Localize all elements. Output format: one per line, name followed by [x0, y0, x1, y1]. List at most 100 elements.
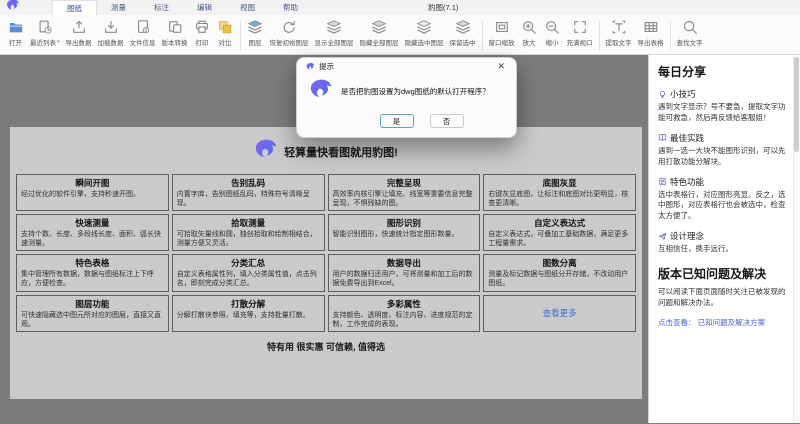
- card-title: 告别乱码: [231, 178, 266, 188]
- toolbar-label: 充满视口: [566, 40, 593, 47]
- toolbar-export-table-button[interactable]: 导出表格: [635, 18, 667, 47]
- doc-icon: [658, 177, 667, 186]
- toolbar-compare-button[interactable]: 对比: [214, 18, 237, 47]
- folder-icon: [7, 18, 24, 35]
- zoomout-icon: [544, 18, 561, 35]
- section-text: 选中表格行，对应图形亮显。反之，选中图形，对应表格行也会被选中，检查太方便了。: [658, 189, 786, 221]
- tab-3[interactable]: 编辑: [183, 0, 226, 15]
- toolbar-layers-button[interactable]: 图层: [244, 18, 267, 47]
- layers-icon: [326, 18, 343, 35]
- toolbar-export-data-button[interactable]: 导出数据: [63, 18, 95, 47]
- toolbar-show-all-layers-button[interactable]: 显示全部图层: [312, 18, 357, 47]
- section-text: 互相信任，携手远行。: [658, 244, 733, 254]
- card-description: 智能识别图形，快速统计指定图形数量。: [332, 231, 459, 239]
- drawing-canvas[interactable]: 提示 ✕ 是否把豹图设置为dwg图纸的默认打开程序？ 是 否 轻算量快看图就用豹: [0, 55, 648, 423]
- tab-1[interactable]: 测量: [97, 0, 140, 15]
- known-issues-title: 版本已知问题及解决: [658, 267, 767, 281]
- zoomwin-icon: [493, 18, 510, 35]
- layers-light-icon: [416, 18, 433, 35]
- feature-card: 告别乱码 内置字库，告别图纸乱码，特殊符号清晰呈现。: [171, 174, 325, 212]
- card-title: 底图灰显: [542, 178, 577, 188]
- card-title: 数据导出: [386, 258, 421, 269]
- toolbar-extract-text-button[interactable]: 提取文字: [603, 18, 635, 47]
- feature-card: 瞬间开图 经过优化的软件引擎，支持秒速开图。: [16, 174, 169, 212]
- toolbar-label: 恢复初始图层: [269, 40, 309, 47]
- toolbar-label: 保留选中: [449, 40, 476, 47]
- scrollbar-thumb[interactable]: [794, 57, 799, 152]
- toolbar-hide-all-layers-button[interactable]: 隐藏全部图层: [357, 18, 402, 47]
- toolbar-keep-selected-button[interactable]: 保留选中: [447, 18, 479, 47]
- feature-card: 多彩属性 支持颜色、透明度、标注内容、进度规范的定制，工作完成的表现。: [327, 294, 481, 332]
- feature-card: 底图灰显右键灰显底图，让标注和底图对比更明显，核查更清晰。: [483, 174, 636, 212]
- load-icon: [102, 18, 119, 35]
- tab-2[interactable]: 标注: [140, 0, 183, 15]
- promo-headline: 轻算量快看图就用豹图!: [284, 146, 398, 159]
- tab-5[interactable]: 帮助: [269, 0, 312, 15]
- feature-card: 打散分解 分解打散块参照、填充等，支持批量打散。: [171, 294, 325, 332]
- promo-tagline: 特有用 很实惠 可信赖, 值得选: [266, 341, 385, 352]
- convert-icon: [166, 18, 183, 35]
- card-title: 完整呈现: [386, 178, 421, 188]
- card-description: 可快速隐藏选中图元所对应的图层，直接又直观。: [21, 311, 161, 328]
- toolbar-label: 显示全部图层: [314, 40, 354, 47]
- feature-card: 自定义表达式 自定义表达式，可叠加工基础数据，满足更多工程量需求。: [483, 214, 636, 252]
- close-icon[interactable]: ✕: [495, 61, 507, 72]
- sidebar-title: 每日分享: [658, 65, 707, 79]
- no-button[interactable]: 否: [429, 114, 464, 128]
- toolbar-zoom-out-button[interactable]: 缩小: [541, 18, 564, 47]
- daily-share-sidebar: 每日分享 小技巧 遇到文字显示？号不要急，提取文字功能可救急，然后再反馈给客服姐！…: [648, 55, 800, 423]
- toolbar-label: 窗口缩放: [488, 40, 515, 47]
- toolbar-label: 隐藏全部图层: [359, 40, 399, 47]
- find-icon: [681, 18, 698, 35]
- card-title: 多彩属性: [386, 298, 421, 309]
- toolbar-print-button[interactable]: 打印: [191, 18, 214, 47]
- tab-0[interactable]: 图纸: [52, 0, 97, 15]
- fileinfo-icon: [134, 18, 151, 35]
- toolbar-load-data-button[interactable]: 加载数据: [95, 18, 127, 47]
- toolbar-zoom-in-button[interactable]: 放大: [518, 18, 541, 47]
- layers-icon: [371, 18, 388, 35]
- toolbar-window-zoom-button[interactable]: 窗口缩放: [486, 18, 518, 47]
- known-issues-link[interactable]: 点击查看： 已知问题及解决方案: [658, 317, 788, 328]
- plane-icon: [658, 232, 667, 241]
- sidebar-section: 设计理念 互相信任，携手远行。: [658, 230, 788, 255]
- see-more-link[interactable]: 查看更多: [543, 307, 577, 319]
- toolbar-file-info-button[interactable]: 文件信息: [127, 18, 159, 47]
- toolbar-find-text-button[interactable]: 查找文字: [674, 18, 706, 47]
- card-title: 自定义表达式: [534, 218, 586, 229]
- fit-icon: [571, 18, 588, 35]
- toolbar-version-convert-button[interactable]: 版本转换: [159, 18, 191, 47]
- book-icon: [658, 133, 667, 142]
- card-description: 用户的数据归还用户，可将测量和加工后的数据免费导出到Excel。: [332, 271, 473, 288]
- tab-4[interactable]: 视图: [226, 0, 269, 15]
- toolbar-label: 隐藏选中图层: [404, 40, 444, 47]
- known-issues-text: 可以阅读下面页面随时关注已被发现的问题和解决办法。: [658, 287, 786, 307]
- toolbar-recent-list-button[interactable]: 最近列表 ▾: [27, 18, 63, 47]
- card-title: 瞬间开图: [75, 178, 110, 188]
- sidebar-scrollbar[interactable]: [793, 55, 800, 423]
- feature-card: 拾取测量 可拾取矢量线和圆，独创拾取和绘制相结合，测量方便又灵活。: [171, 214, 325, 252]
- toolbar-fit-viewport-button[interactable]: 充满视口: [564, 18, 596, 47]
- toolbar-restore-layers-button[interactable]: 恢复初始图层: [267, 18, 312, 47]
- window-title: 豹图(7.1): [428, 3, 459, 12]
- sidebar-section: 特色功能 选中表格行，对应图形亮显。反之，选中图形，对应表格行也会被选中，检查太方…: [658, 176, 788, 223]
- card-title: 图层功能: [75, 298, 110, 309]
- card-description: 可拾取矢量线和圆，独创拾取和绘制相结合，测量方便又灵活。: [176, 231, 317, 248]
- layers-blue-icon: [247, 18, 264, 35]
- feature-card: 数据导出用户的数据归还用户，可将测量和加工后的数据免费导出到Excel。: [327, 254, 481, 292]
- toolbar-label: 打开: [9, 40, 22, 47]
- yes-button[interactable]: 是: [379, 114, 414, 128]
- sidebar-section: 最佳实践 遇到一选一大块不能图形识别，可以先用打散功能分解块。: [658, 132, 788, 168]
- menu-tabs: 图纸 测量 标注 编辑 视图 帮助: [52, 0, 312, 15]
- sidebar-section: 小技巧 遇到文字显示？号不要急，提取文字功能可救急，然后再反馈给客服姐！: [658, 88, 788, 124]
- toolbar-label: 版本转换: [161, 40, 188, 47]
- toolbar-open-button[interactable]: 打开: [4, 18, 27, 47]
- card-title: 特色表格: [75, 258, 110, 269]
- section-label: 最佳实践: [670, 132, 705, 143]
- toolbar-hide-selected-layers-button[interactable]: 隐藏选中图层: [402, 18, 447, 47]
- chevron-down-icon[interactable]: ▾: [57, 39, 60, 45]
- card-description: 右键灰显底图，让标注和底图对比更明显，核查更清晰。: [488, 191, 629, 208]
- compare-icon: [217, 18, 234, 35]
- zoomin-icon: [521, 18, 538, 35]
- feature-card: 图数分离 测量及标记数据与图纸分开存储，不改动用户图纸。: [483, 254, 636, 292]
